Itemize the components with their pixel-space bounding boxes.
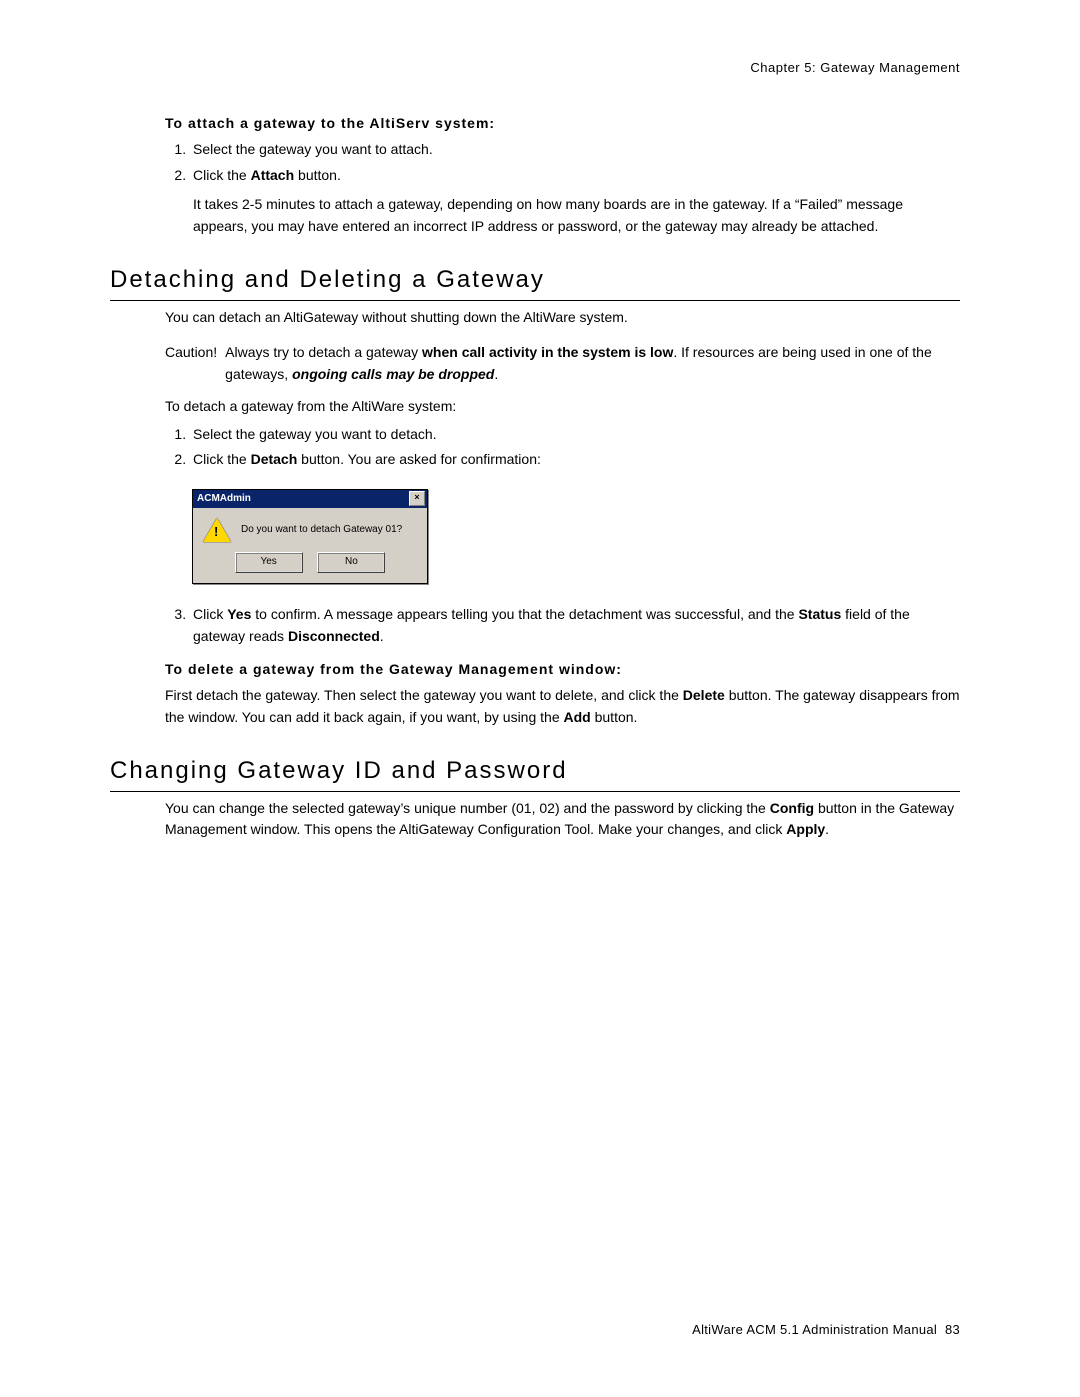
detach-prelist: To detach a gateway from the AltiWare sy… bbox=[165, 396, 960, 418]
detach-steps: Select the gateway you want to detach. C… bbox=[165, 424, 960, 471]
section-change-heading: Changing Gateway ID and Password bbox=[110, 757, 960, 792]
caution-block: Caution! Always try to detach a gateway … bbox=[165, 342, 960, 385]
delete-body: First detach the gateway. Then select th… bbox=[165, 685, 960, 728]
detach-steps-cont: Click Yes to confirm. A message appears … bbox=[165, 604, 960, 647]
detach-step-2: Click the Detach button. You are asked f… bbox=[190, 449, 960, 471]
attach-heading: To attach a gateway to the AltiServ syst… bbox=[165, 115, 960, 131]
confirm-dialog: ACMAdmin × Do you want to detach Gateway… bbox=[192, 489, 428, 584]
attach-step-2: Click the Attach button. It takes 2-5 mi… bbox=[190, 165, 960, 238]
delete-heading: To delete a gateway from the Gateway Man… bbox=[165, 661, 960, 677]
section-detach-heading: Detaching and Deleting a Gateway bbox=[110, 266, 960, 301]
detach-step-3: Click Yes to confirm. A message appears … bbox=[190, 604, 960, 647]
no-button[interactable]: No bbox=[317, 552, 385, 573]
page-footer: AltiWare ACM 5.1 Administration Manual 8… bbox=[692, 1322, 960, 1337]
dialog-message: Do you want to detach Gateway 01? bbox=[241, 524, 402, 535]
chapter-header: Chapter 5: Gateway Management bbox=[110, 60, 960, 75]
detach-step-1: Select the gateway you want to detach. bbox=[190, 424, 960, 446]
close-icon[interactable]: × bbox=[409, 491, 425, 506]
confirm-dialog-image: ACMAdmin × Do you want to detach Gateway… bbox=[192, 489, 960, 584]
yes-button[interactable]: Yes bbox=[235, 552, 303, 573]
attach-steps: Select the gateway you want to attach. C… bbox=[165, 139, 960, 238]
attach-note: It takes 2-5 minutes to attach a gateway… bbox=[193, 194, 960, 237]
dialog-title: ACMAdmin bbox=[197, 493, 251, 504]
detach-intro: You can detach an AltiGateway without sh… bbox=[165, 307, 960, 329]
attach-step-1: Select the gateway you want to attach. bbox=[190, 139, 960, 161]
dialog-titlebar: ACMAdmin × bbox=[193, 490, 427, 508]
change-body: You can change the selected gateway’s un… bbox=[165, 798, 960, 841]
warning-icon bbox=[203, 518, 231, 542]
